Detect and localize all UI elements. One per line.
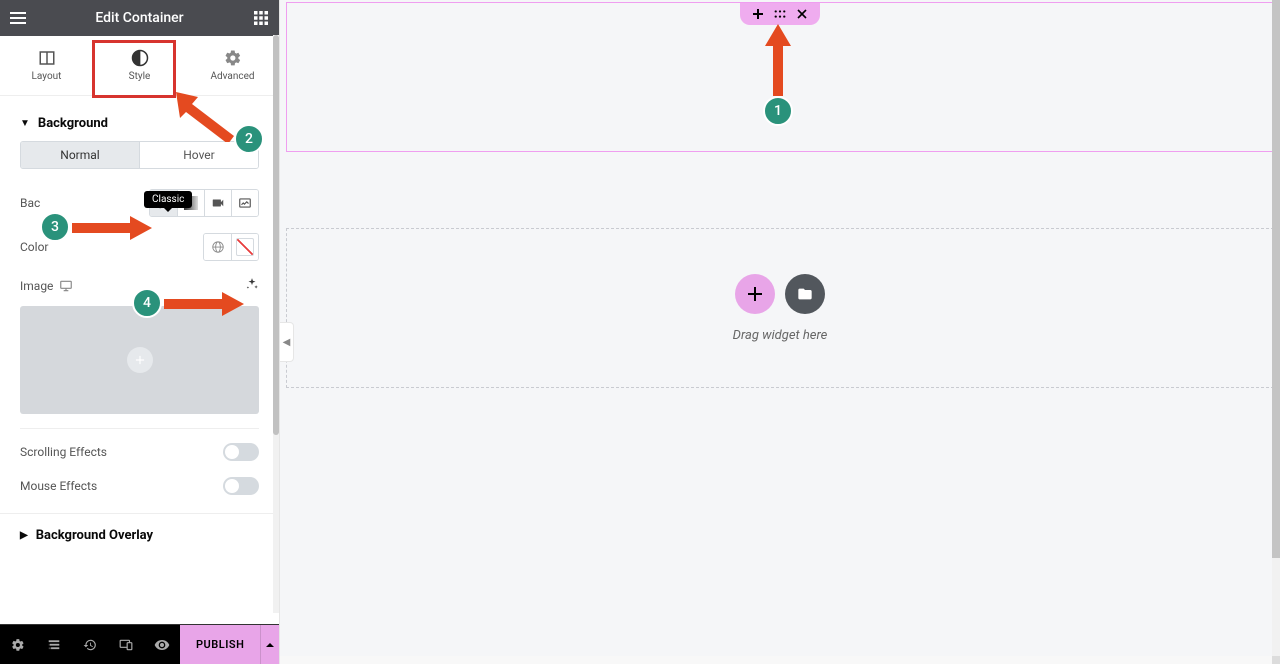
color-swatch-button[interactable] <box>231 234 258 260</box>
state-segmented: Normal Hover <box>20 141 259 169</box>
annotation-badge-1: 1 <box>763 96 793 126</box>
delete-section-button[interactable] <box>796 8 808 20</box>
panel-scrollbar[interactable] <box>273 35 279 613</box>
tab-layout[interactable]: Layout <box>0 36 93 95</box>
panel-content: ▼ Background Normal Hover Bac <box>0 96 279 624</box>
image-add-icon <box>127 347 153 373</box>
panel-tabs: Layout Style Advanced <box>0 36 279 96</box>
panel-header: Edit Container <box>0 0 279 36</box>
mouse-effects-label: Mouse Effects <box>20 479 97 493</box>
tab-layout-label: Layout <box>32 71 62 82</box>
collapse-panel-button[interactable]: ◀ <box>280 322 294 362</box>
caret-right-icon: ▶ <box>20 530 28 541</box>
ai-sparkle-icon[interactable] <box>245 277 259 294</box>
mouse-effects-row: Mouse Effects <box>0 469 279 513</box>
tab-advanced-label: Advanced <box>210 71 254 82</box>
template-library-button[interactable] <box>785 274 825 314</box>
canvas-v-scrollbar[interactable] <box>1272 0 1280 656</box>
navigator-icon[interactable] <box>36 625 72 664</box>
annotation-arrow-4 <box>164 292 244 316</box>
no-color-icon <box>236 238 254 256</box>
canvas-v-scrollbar-thumb[interactable] <box>1272 0 1280 558</box>
add-widget-button[interactable] <box>735 274 775 314</box>
annotation-badge-2: 2 <box>234 124 264 154</box>
section-background-overlay-label: Background Overlay <box>36 528 153 543</box>
panel-title: Edit Container <box>28 10 251 26</box>
section-background-label: Background <box>38 116 108 131</box>
add-section-button[interactable] <box>752 8 764 20</box>
widget-drop-zone[interactable]: Drag widget here <box>286 228 1274 388</box>
background-type-label: Bac <box>20 196 40 210</box>
annotation-badge-3: 3 <box>40 212 70 242</box>
annotation-arrow-3 <box>72 216 152 240</box>
drop-zone-text: Drag widget here <box>733 328 828 343</box>
scrolling-effects-label: Scrolling Effects <box>20 445 107 459</box>
publish-button[interactable]: PUBLISH <box>180 625 260 664</box>
annotation-arrow-2 <box>176 92 238 142</box>
annotation-arrow-1 <box>763 24 793 96</box>
bg-type-slideshow[interactable] <box>231 190 258 216</box>
mouse-effects-toggle[interactable] <box>223 477 259 495</box>
responsive-desktop-icon[interactable] <box>59 279 73 293</box>
image-label: Image <box>20 279 53 293</box>
editor-panel: Edit Container Layout Style Advanced ▼ <box>0 0 280 664</box>
tab-advanced[interactable]: Advanced <box>186 36 279 95</box>
preview-icon[interactable] <box>144 625 180 664</box>
color-label: Color <box>20 240 48 254</box>
hamburger-icon[interactable] <box>8 8 28 28</box>
color-control <box>203 233 259 261</box>
scrolling-effects-row: Scrolling Effects <box>0 435 279 469</box>
scrolling-effects-toggle[interactable] <box>223 443 259 461</box>
settings-icon[interactable] <box>0 625 36 664</box>
tab-style[interactable]: Style <box>93 36 186 95</box>
tooltip-classic: Classic <box>144 191 192 208</box>
state-normal[interactable]: Normal <box>21 142 139 168</box>
history-icon[interactable] <box>72 625 108 664</box>
apps-grid-icon[interactable] <box>251 8 271 28</box>
canvas-h-scrollbar[interactable] <box>280 656 1272 664</box>
container-handle <box>740 3 820 25</box>
annotation-badge-4: 4 <box>132 288 162 318</box>
panel-footer: PUBLISH <box>0 624 279 664</box>
publish-options-button[interactable] <box>260 625 279 664</box>
drag-handle-icon[interactable] <box>774 8 786 20</box>
caret-down-icon: ▼ <box>20 118 30 129</box>
bg-type-video[interactable] <box>204 190 231 216</box>
scrollbar-corner <box>1272 656 1280 664</box>
tab-style-label: Style <box>129 71 151 82</box>
image-upload-well[interactable] <box>20 306 259 414</box>
responsive-icon[interactable] <box>108 625 144 664</box>
section-background-overlay[interactable]: ▶ Background Overlay <box>0 513 279 557</box>
global-color-button[interactable] <box>204 234 231 260</box>
